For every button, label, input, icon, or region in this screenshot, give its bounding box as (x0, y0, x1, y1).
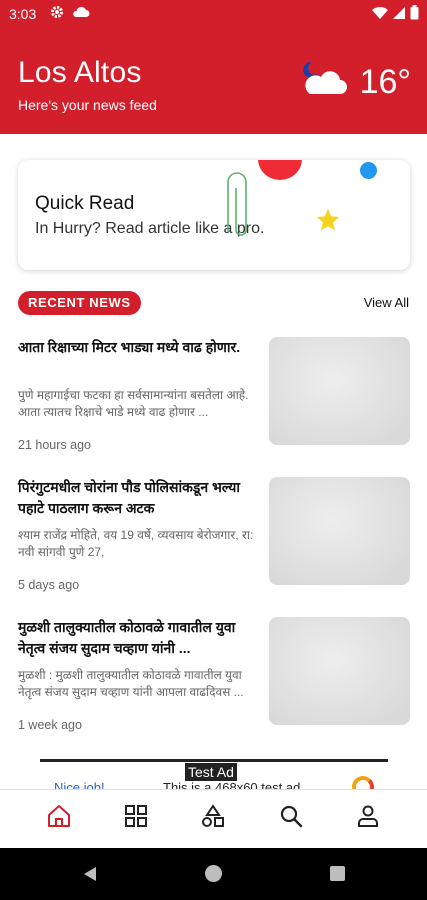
home-circle-icon[interactable] (205, 865, 222, 882)
news-summary: मुळशी : मुळशी तालुक्यातील कोठावळे गावाती… (18, 668, 244, 699)
news-title: मुळशी तालुक्यातील कोठावळे गावातील युवा न… (18, 619, 236, 656)
news-summary: श्याम राजेंद्र मोहिते, वय 19 वर्षे, व्यव… (18, 528, 254, 559)
header-tagline: Here's your news feed (18, 97, 157, 113)
paperclip-decoration (225, 170, 249, 245)
red-circle-decoration (258, 160, 302, 180)
ad-right-text: This is a 468x60 test ad. (163, 780, 304, 789)
quick-read-card[interactable]: Quick Read In Hurry? Read article like a… (18, 160, 410, 270)
star-decoration (315, 207, 341, 238)
news-thumbnail (269, 337, 410, 445)
profile-icon (357, 804, 379, 833)
news-thumbnail (269, 477, 410, 585)
temperature: 16° (359, 63, 411, 101)
wifi-icon (372, 6, 388, 23)
status-bar: 3:03 (0, 0, 427, 28)
news-time: 1 week ago (18, 718, 82, 732)
quick-read-title: Quick Read (35, 193, 135, 214)
news-thumbnail (269, 617, 410, 725)
weather-widget: 16° (302, 60, 411, 105)
home-icon (46, 803, 72, 834)
news-item[interactable]: आता रिक्षाच्या मिटर भाड्या मध्ये वाढ होण… (18, 337, 410, 452)
news-item[interactable]: पिरंगुटमधील चोरांना पौड पोलिसांकडून भल्य… (18, 477, 410, 592)
news-item[interactable]: मुळशी तालुक्यातील कोठावळे गावातील युवा न… (18, 617, 410, 732)
moon-cloud-icon (302, 60, 348, 105)
shapes-icon (200, 804, 226, 833)
news-title: आता रिक्षाच्या मिटर भाड्या मध्ये वाढ होण… (18, 339, 241, 355)
nav-shapes-button[interactable] (193, 799, 233, 839)
blue-dot-decoration (360, 162, 377, 179)
news-time: 21 hours ago (18, 438, 91, 452)
status-time: 3:03 (9, 6, 37, 22)
nav-categories-button[interactable] (116, 799, 156, 839)
header: Los Altos Here's your news feed 16° (0, 28, 427, 134)
bottom-nav (0, 789, 427, 847)
grid-icon (124, 804, 148, 833)
nav-profile-button[interactable] (348, 799, 388, 839)
search-icon (279, 804, 303, 833)
news-time: 5 days ago (18, 578, 80, 592)
nav-search-button[interactable] (271, 799, 311, 839)
ad-logo-icon (352, 776, 374, 789)
system-nav-bar (0, 848, 427, 900)
ad-left-text: Nice job! (54, 780, 105, 789)
view-all-link[interactable]: View All (364, 295, 409, 310)
recent-news-badge: RECENT NEWS (18, 291, 141, 315)
news-summary: पुणे महागाईचा फटका हा सर्वसामान्यांना बस… (18, 388, 249, 419)
city-name: Los Altos (18, 56, 142, 89)
nav-home-button[interactable] (39, 799, 79, 839)
news-title: पिरंगुटमधील चोरांना पौड पोलिसांकडून भल्य… (18, 479, 241, 516)
signal-icon (392, 6, 406, 23)
battery-icon (410, 5, 419, 23)
cloud-icon (72, 5, 90, 22)
back-icon[interactable] (82, 866, 98, 887)
recents-icon[interactable] (330, 866, 345, 881)
test-ad-label: Test Ad (185, 763, 237, 781)
gear-icon (50, 5, 64, 22)
